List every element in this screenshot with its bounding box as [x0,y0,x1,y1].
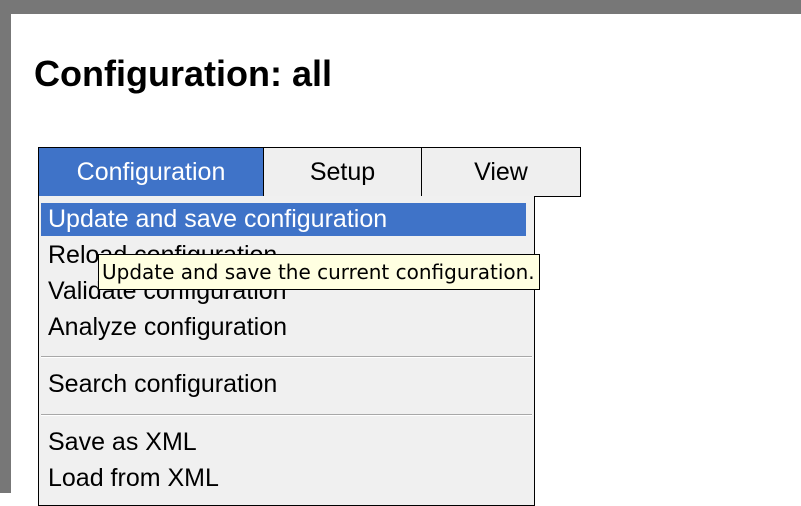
menu-setup[interactable]: Setup [264,147,422,197]
menu-configuration[interactable]: Configuration [38,147,264,197]
menu-item-update-and-save-configuration[interactable]: Update and save configuration [41,203,526,236]
menu-separator [41,414,532,416]
menu-separator [41,356,532,358]
window-frame-left [0,0,11,493]
tooltip: Update and save the current configuratio… [98,254,540,290]
menu-item-search-configuration[interactable]: Search configuration [48,368,277,401]
configuration-dropdown-menu: Update and save configuration Reload con… [38,196,535,506]
menu-view[interactable]: View [422,147,581,197]
page-title: Configuration: all [34,53,332,94]
menu-item-save-as-xml[interactable]: Save as XML [48,426,197,459]
menu-item-analyze-configuration[interactable]: Analyze configuration [48,311,287,344]
menubar: Configuration Setup View [38,147,581,197]
window-frame-top [0,0,801,14]
menu-item-load-from-xml[interactable]: Load from XML [48,462,219,495]
